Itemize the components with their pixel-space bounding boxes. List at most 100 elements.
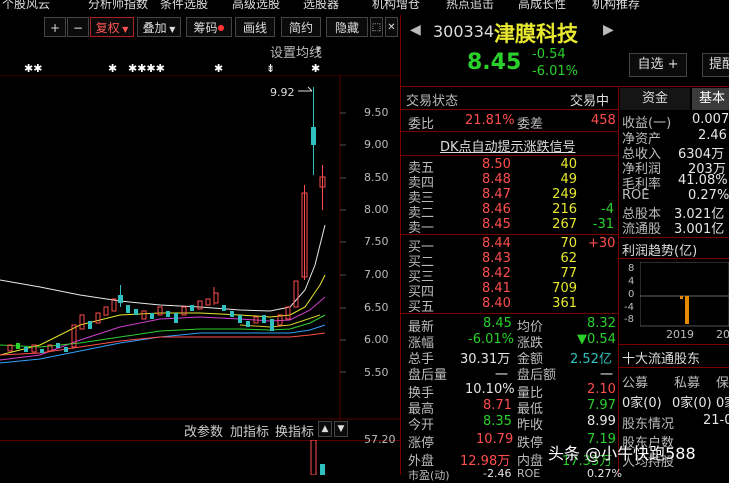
holders-value: 0家(0): [622, 396, 662, 411]
next-stock-icon[interactable]: ▶: [603, 22, 614, 38]
stock-name: 津膜科技: [494, 22, 578, 46]
fund-value: 2.46: [698, 128, 727, 143]
bid-volume: 70: [560, 236, 577, 251]
y-tick: 5.50: [364, 366, 389, 379]
bid-volume: 361: [552, 296, 577, 311]
chevron-down-icon: ▼: [166, 25, 176, 34]
profit-y-tick: 0: [628, 289, 635, 300]
ask-volume: 216: [552, 202, 577, 217]
profit-x-label: 2019: [666, 328, 694, 341]
quote-label: 昨收: [517, 418, 544, 433]
quote-value: ▼0.54: [577, 332, 616, 347]
ma-setting-link[interactable]: 设置均线: [270, 42, 322, 61]
y-tick: 8.00: [364, 203, 389, 216]
add-watchlist-button[interactable]: 自选 +: [629, 53, 687, 77]
ask-change: -4: [601, 202, 614, 217]
add-watchlist-label: 自选: [637, 57, 664, 72]
fund-value: 0.007: [692, 112, 729, 127]
adjust-price-button[interactable]: 复权 ▼: [90, 17, 134, 37]
simple-button[interactable]: 简约: [281, 17, 321, 37]
holders-col: 保险: [716, 376, 729, 391]
menu-item-condition-select[interactable]: 条件选股: [160, 0, 208, 10]
weicha-label: 委差: [517, 117, 544, 132]
tab-fund[interactable]: 资金: [620, 88, 690, 110]
quote-value: 一: [495, 368, 509, 383]
bid-price: 8.40: [482, 296, 511, 311]
holders-row-label: 股东情况: [622, 417, 675, 432]
menu-item-growth[interactable]: 高成长性: [518, 0, 566, 10]
profit-y-tick: -4: [624, 302, 634, 313]
holders-col: 公募: [622, 376, 649, 391]
draw-line-button[interactable]: 画线: [235, 17, 275, 37]
menu-item-analyst-index[interactable]: 分析师指数: [88, 0, 148, 10]
holders-row-value: 21-0: [703, 413, 729, 428]
hide-button[interactable]: 隐藏: [326, 17, 368, 37]
trade-status-value: 交易中: [570, 94, 610, 109]
close-icon[interactable]: ✕: [385, 17, 398, 37]
last-price: 8.45: [467, 50, 522, 75]
menu-item-hotspot[interactable]: 热点追击: [446, 0, 494, 10]
alert-button[interactable]: 提醒: [702, 53, 729, 77]
bid-volume: 709: [552, 281, 577, 296]
ask-price: 8.50: [482, 157, 511, 172]
quote-label: ROE: [517, 467, 541, 480]
overlay-button[interactable]: 叠加 ▼: [137, 17, 181, 37]
signal-marker: ✱✱: [24, 62, 43, 75]
menu-item-stock-news[interactable]: 个股风云: [2, 0, 50, 10]
price-change-pct: -6.01%: [532, 64, 578, 79]
prev-stock-icon[interactable]: ◀: [410, 22, 421, 38]
arrow-up-icon[interactable]: ▲: [318, 421, 332, 437]
y-tick: 6.00: [364, 333, 389, 346]
menu-item-selector[interactable]: 选股器: [303, 0, 339, 10]
dk-signal-link[interactable]: DK点自动提示涨跌信号: [440, 136, 576, 155]
ask-volume: 267: [552, 217, 577, 232]
maximize-icon[interactable]: ⬚: [370, 17, 383, 37]
quote-value: 10.79: [476, 432, 514, 447]
menu-item-advanced-select[interactable]: 高级选股: [232, 0, 280, 10]
ask-volume: 49: [560, 172, 577, 187]
quote-label: 市盈(动): [408, 469, 450, 482]
arrow-down-icon[interactable]: ▼: [334, 421, 348, 437]
menu-item-inst-recommend[interactable]: 机构推荐: [592, 0, 640, 10]
quote-label: 跌停: [517, 436, 544, 451]
chips-button[interactable]: 筹码●: [186, 17, 232, 37]
quote-label: 涨停: [408, 436, 435, 451]
candles: [7, 87, 326, 353]
chips-label: 筹码: [193, 21, 218, 35]
bid-volume: 77: [560, 266, 577, 281]
bid-volume: 62: [560, 251, 577, 266]
quote-label: 盘后量: [408, 368, 448, 383]
fund-label: 流通股: [622, 222, 662, 237]
plus-icon: +: [667, 57, 679, 72]
weibi-label: 委比: [408, 117, 435, 132]
signal-marker: ✱: [108, 62, 118, 75]
zoom-out-button[interactable]: −: [67, 17, 89, 37]
signal-marker: ✱✱✱✱: [128, 62, 165, 75]
quote-value: 8.71: [483, 398, 512, 413]
edit-params-button[interactable]: 改参数: [184, 421, 223, 440]
y-tick: 9.00: [364, 138, 389, 151]
quote-value: 一: [600, 368, 614, 383]
zoom-in-button[interactable]: +: [44, 17, 66, 37]
fund-value: 0.27%: [688, 188, 729, 203]
ask-change: -31: [592, 217, 614, 232]
ask-price: 8.48: [482, 172, 511, 187]
y-tick: 8.50: [364, 171, 389, 184]
quote-value: 7.97: [587, 398, 616, 413]
watermark: 头条 @小牛快跑588: [548, 444, 696, 463]
chevron-down-icon[interactable]: ▾: [316, 44, 321, 55]
quote-value: 8.32: [587, 316, 616, 331]
fund-label: ROE: [622, 188, 650, 203]
tab-basic[interactable]: 基本: [692, 88, 729, 110]
change-indicator-button[interactable]: 换指标: [275, 421, 314, 440]
kline-chart[interactable]: [0, 75, 400, 420]
high-price-marker: 9.92: [270, 86, 295, 99]
add-indicator-button[interactable]: 加指标: [230, 421, 269, 440]
stock-code: 300334: [433, 22, 495, 41]
menu-item-inst-increase[interactable]: 机构增仓: [372, 0, 420, 10]
y-tick: 7.50: [364, 235, 389, 248]
signal-marker: ⇟: [266, 62, 276, 75]
ask-volume: 249: [552, 187, 577, 202]
bid-price: 8.43: [482, 251, 511, 266]
quote-value: 2.10: [587, 382, 616, 397]
